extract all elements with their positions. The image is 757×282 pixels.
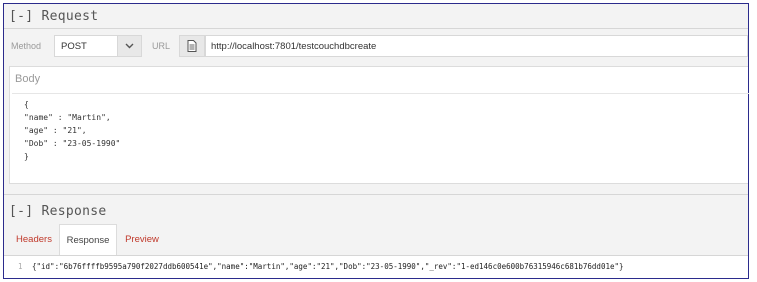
url-value: http://localhost:7801/testcouchdbcreate <box>211 41 377 52</box>
body-editor[interactable]: { "name" : "Martin", "age" : "21", "Dob"… <box>12 93 749 181</box>
body-line: } <box>24 152 29 161</box>
tab-response[interactable]: Response <box>59 224 117 256</box>
url-input[interactable]: http://localhost:7801/testcouchdbcreate <box>205 35 748 57</box>
tab-headers[interactable]: Headers <box>9 224 59 255</box>
body-line: { <box>24 100 29 109</box>
tab-preview[interactable]: Preview <box>117 224 167 255</box>
method-select[interactable]: POST <box>54 35 142 57</box>
request-line: Method POST URL http://localhost:7801/te… <box>4 32 748 58</box>
body-label: Body <box>15 73 41 85</box>
method-label: Method <box>11 41 42 51</box>
body-line: "age" : "21", <box>24 126 87 135</box>
url-label: URL <box>152 41 171 51</box>
response-content: {"id":"6b76ffffb9595a790f2027ddb600541e"… <box>32 262 624 271</box>
body-line: "Dob" : "23-05-1990" <box>24 139 121 148</box>
method-value: POST <box>61 41 87 52</box>
body-panel: Body { "name" : "Martin", "age" : "21", … <box>9 66 749 184</box>
response-section-toggle[interactable]: [-] Response <box>9 204 107 219</box>
chevron-down-icon[interactable] <box>117 36 141 56</box>
line-number: 1 <box>18 262 23 271</box>
document-icon[interactable] <box>179 35 205 57</box>
divider <box>4 28 748 29</box>
request-section-toggle[interactable]: [-] Request <box>9 9 98 24</box>
response-body: 1 {"id":"6b76ffffb9595a790f2027ddb600541… <box>4 256 748 278</box>
request-response-panel: [-] Request Method POST URL http://local… <box>3 3 749 279</box>
divider <box>4 194 748 195</box>
response-tabs: Headers Response Preview <box>4 224 748 256</box>
body-line: "name" : "Martin", <box>24 113 111 122</box>
